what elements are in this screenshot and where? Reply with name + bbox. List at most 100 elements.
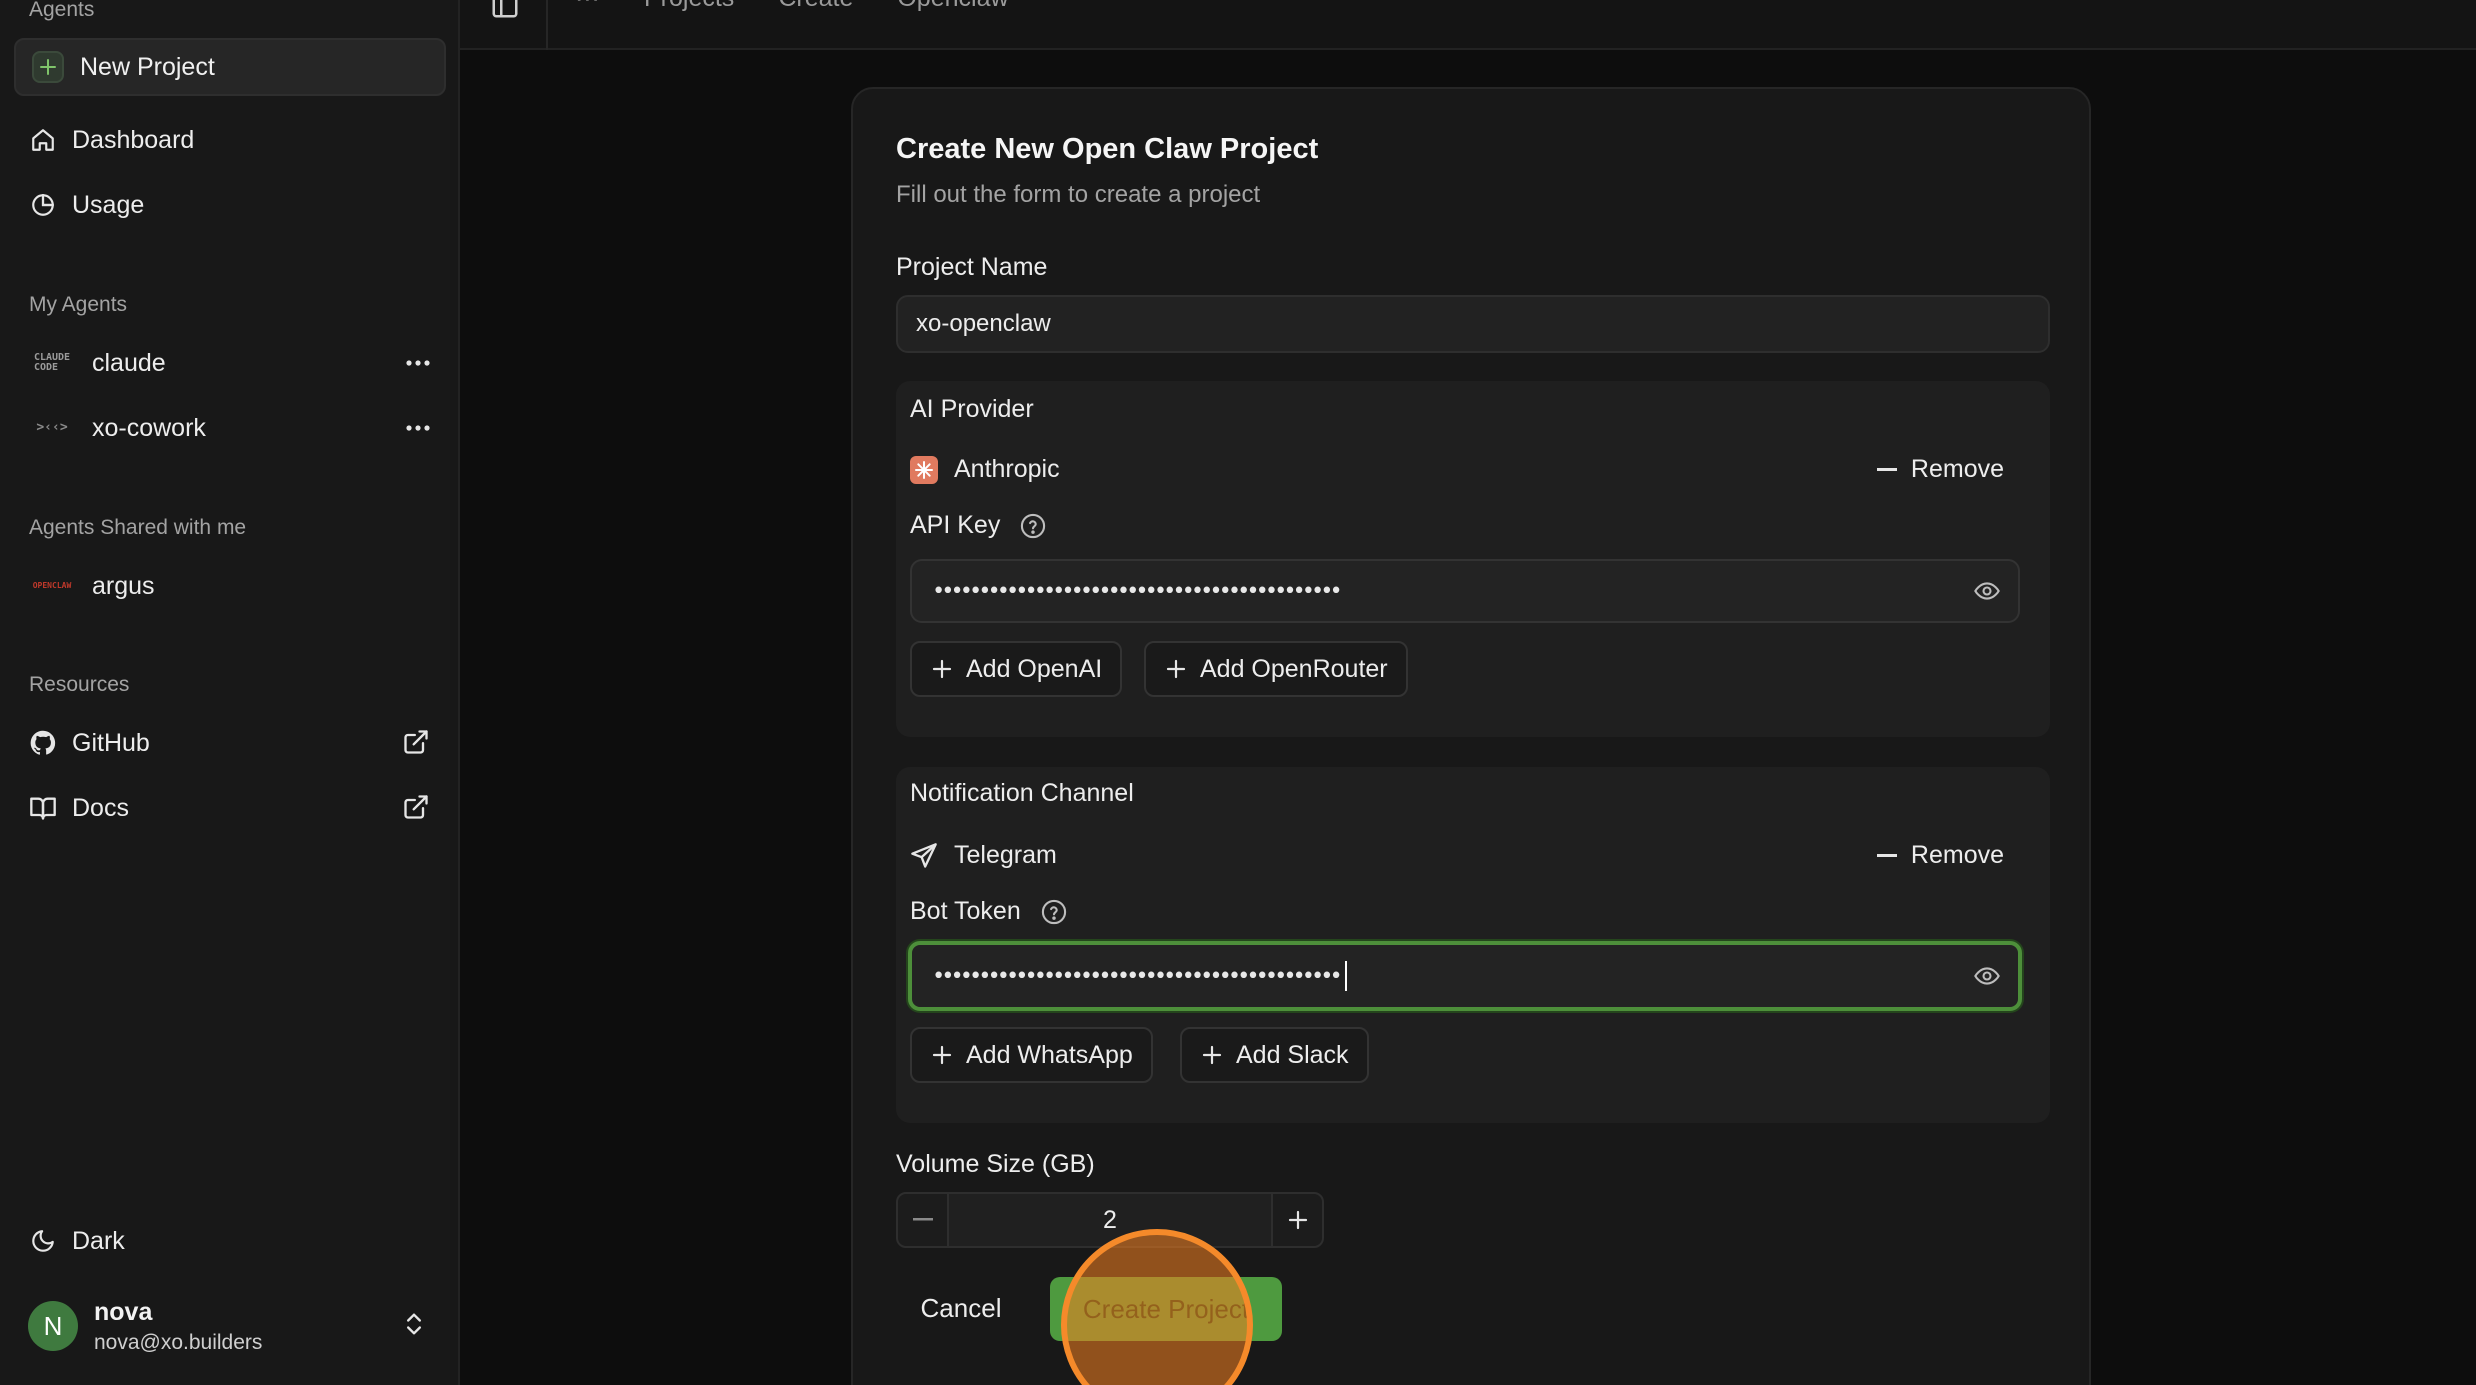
notification-title: Notification Channel bbox=[910, 779, 1134, 807]
help-circle-icon[interactable] bbox=[1019, 512, 1047, 540]
openclaw-logo: OPENCLAW bbox=[32, 581, 72, 590]
plus-icon bbox=[932, 659, 952, 679]
ai-provider-section: AI Provider Anthropic Remove API Key •••… bbox=[896, 381, 2050, 737]
theme-label: Dark bbox=[72, 1226, 125, 1255]
chevrons-up-down-icon bbox=[400, 1310, 430, 1340]
ai-provider-title: AI Provider bbox=[910, 395, 1034, 423]
text-caret bbox=[1344, 961, 1347, 991]
api-key-input[interactable]: ••••••••••••••••••••••••••••••••••••••••… bbox=[910, 559, 2020, 623]
add-whatsapp-button[interactable]: Add WhatsApp bbox=[910, 1027, 1153, 1083]
new-project-button[interactable]: New Project bbox=[14, 38, 446, 96]
plus-icon bbox=[1166, 659, 1186, 679]
button-label: Add Slack bbox=[1236, 1040, 1349, 1069]
bot-token-input[interactable]: ••••••••••••••••••••••••••••••••••••••••… bbox=[908, 941, 2022, 1011]
decrement-button[interactable] bbox=[898, 1194, 947, 1246]
external-link-icon bbox=[402, 728, 432, 758]
sidebar-item-dashboard[interactable]: Dashboard bbox=[14, 112, 446, 168]
user-name: nova bbox=[94, 1297, 153, 1326]
project-name-label: Project Name bbox=[896, 253, 1048, 281]
agent-label: argus bbox=[92, 571, 155, 600]
my-agents-section-label: My Agents bbox=[29, 293, 128, 316]
bot-token-label-text: Bot Token bbox=[910, 897, 1021, 925]
sidebar-item-label: Usage bbox=[72, 190, 145, 219]
button-label: Add OpenRouter bbox=[1200, 654, 1388, 683]
sidebar-item-label: Dashboard bbox=[72, 125, 195, 154]
masked-value: ••••••••••••••••••••••••••••••••••••••••… bbox=[932, 578, 1343, 604]
help-circle-icon[interactable] bbox=[1040, 898, 1068, 926]
sidebar-agent-xo-cowork[interactable]: >‹‹> xo-cowork bbox=[14, 400, 446, 456]
sidebar-agent-argus[interactable]: OPENCLAW argus bbox=[14, 558, 446, 614]
masked-value: ••••••••••••••••••••••••••••••••••••••••… bbox=[932, 963, 1343, 989]
sidebar-item-label: Docs bbox=[72, 793, 129, 822]
agents-section-label: Agents bbox=[29, 0, 95, 21]
external-link-icon bbox=[402, 793, 432, 823]
minus-icon bbox=[912, 1218, 933, 1221]
minus-icon bbox=[1876, 467, 1897, 471]
avatar: N bbox=[28, 1301, 78, 1351]
volume-stepper bbox=[896, 1192, 1324, 1248]
xo-cowork-logo: >‹‹> bbox=[36, 420, 68, 435]
provider-name: Anthropic bbox=[954, 455, 1060, 483]
moon-icon bbox=[28, 1226, 58, 1256]
sidebar: Agents New Project Dashboard Usage My Ag… bbox=[0, 0, 460, 1385]
agent-label: claude bbox=[92, 348, 166, 377]
project-name-input[interactable] bbox=[896, 295, 2050, 353]
pie-chart-icon bbox=[28, 190, 58, 220]
sidebar-item-usage[interactable]: Usage bbox=[14, 177, 446, 233]
divider bbox=[546, 0, 548, 50]
more-options-icon[interactable] bbox=[400, 347, 436, 379]
user-email: nova@xo.builders bbox=[94, 1330, 263, 1354]
sidebar-agent-claude[interactable]: CLAUDE CODE claude bbox=[14, 335, 446, 391]
add-openai-button[interactable]: Add OpenAI bbox=[910, 641, 1123, 697]
remove-provider-button[interactable]: Remove bbox=[1876, 455, 2004, 484]
plus-icon bbox=[1288, 1210, 1307, 1230]
plus-icon bbox=[1202, 1045, 1222, 1065]
sidebar-toggle-icon[interactable] bbox=[490, 0, 524, 20]
agent-label: xo-cowork bbox=[92, 413, 206, 442]
anthropic-icon bbox=[910, 455, 938, 484]
breadcrumb-item[interactable]: Projects bbox=[644, 0, 734, 14]
volume-input[interactable] bbox=[947, 1194, 1273, 1246]
eye-icon[interactable] bbox=[1972, 577, 2002, 605]
remove-label: Remove bbox=[1910, 841, 2004, 869]
api-key-label-text: API Key bbox=[910, 511, 1001, 539]
minus-icon bbox=[1876, 853, 1897, 857]
top-bar: ⋯ Projects Create Openclaw bbox=[460, 0, 2476, 50]
add-openrouter-button[interactable]: Add OpenRouter bbox=[1144, 641, 1408, 697]
provider-anthropic: Anthropic bbox=[910, 455, 1060, 484]
new-project-label: New Project bbox=[80, 52, 215, 81]
breadcrumb: ⋯ Projects Create Openclaw bbox=[575, 0, 1009, 14]
book-icon bbox=[28, 793, 58, 823]
breadcrumb-item[interactable]: ⋯ bbox=[575, 0, 600, 14]
add-slack-button[interactable]: Add Slack bbox=[1180, 1027, 1369, 1083]
sidebar-item-docs[interactable]: Docs bbox=[14, 780, 446, 836]
page-title: Create New Open Claw Project bbox=[896, 133, 1319, 165]
sidebar-item-github[interactable]: GitHub bbox=[14, 715, 446, 771]
channel-telegram: Telegram bbox=[910, 841, 1057, 870]
button-label: Add WhatsApp bbox=[966, 1040, 1133, 1069]
claude-code-logo: CLAUDE CODE bbox=[33, 352, 71, 373]
theme-toggle[interactable]: Dark bbox=[14, 1213, 446, 1269]
button-label: Add OpenAI bbox=[966, 654, 1103, 683]
page-subtitle: Fill out the form to create a project bbox=[896, 181, 1261, 208]
user-menu[interactable]: N nova nova@xo.builders bbox=[14, 1290, 446, 1362]
eye-icon[interactable] bbox=[1972, 962, 2002, 990]
breadcrumb-item[interactable]: Create bbox=[778, 0, 853, 14]
create-project-form: Create New Open Claw Project Fill out th… bbox=[851, 87, 2091, 1385]
cancel-button[interactable]: Cancel bbox=[896, 1277, 1026, 1339]
home-icon bbox=[28, 125, 58, 155]
create-project-button[interactable]: Create Project bbox=[1050, 1277, 1282, 1341]
shared-agents-section-label: Agents Shared with me bbox=[29, 516, 247, 539]
channel-name: Telegram bbox=[954, 841, 1057, 869]
sidebar-item-label: GitHub bbox=[72, 728, 150, 757]
more-options-icon[interactable] bbox=[400, 412, 436, 444]
notification-channel-section: Notification Channel Telegram Remove Bot… bbox=[896, 767, 2050, 1123]
api-key-label: API Key bbox=[910, 511, 1047, 540]
plus-icon bbox=[932, 1045, 952, 1065]
increment-button[interactable] bbox=[1273, 1194, 1322, 1246]
plus-icon bbox=[32, 51, 64, 83]
remove-channel-button[interactable]: Remove bbox=[1876, 841, 2004, 870]
send-icon bbox=[910, 842, 938, 870]
bot-token-label: Bot Token bbox=[910, 897, 1068, 926]
remove-label: Remove bbox=[1910, 455, 2004, 483]
